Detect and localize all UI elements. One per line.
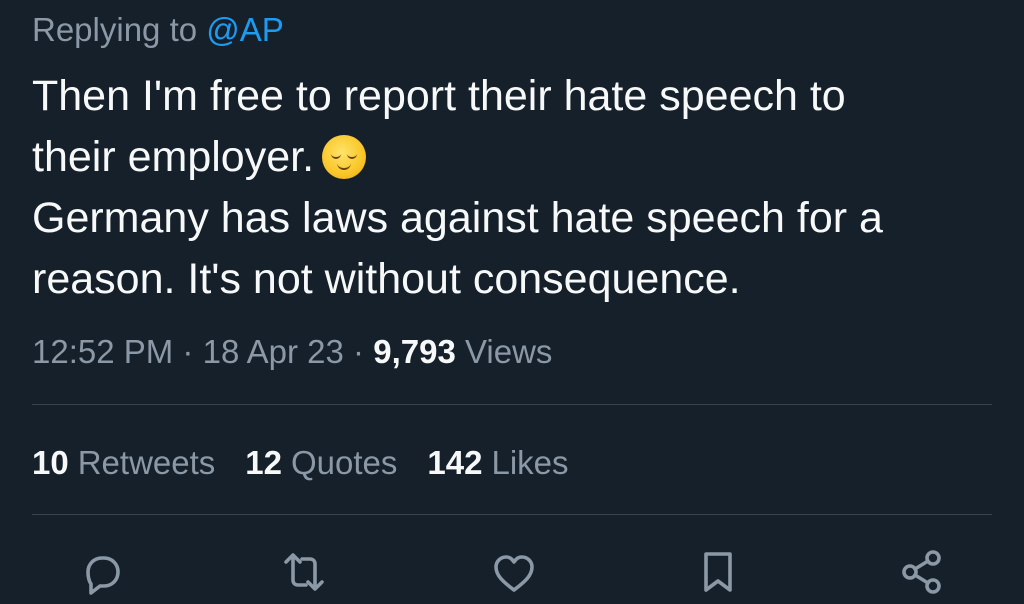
bookmark-button[interactable]: [690, 548, 746, 604]
bookmark-icon: [704, 552, 732, 592]
tweet-text-line: their employer.: [32, 133, 315, 181]
reply-icon: [86, 556, 120, 595]
divider: [32, 404, 992, 405]
quotes-count: 12: [245, 444, 282, 481]
quotes-label: Quotes: [291, 444, 398, 481]
tweet-time-link[interactable]: 12:52 PM: [32, 333, 173, 370]
share-icon: [902, 550, 941, 594]
tweet-action-bar: [0, 548, 1024, 595]
views-label: Views: [464, 333, 553, 370]
tweet-date: 18 Apr 23: [202, 333, 344, 370]
tweet-text: Then I'm free to report their hate speec…: [32, 66, 992, 310]
tweet-text-line: Germany has laws against hate speech for…: [32, 194, 883, 242]
like-icon: [494, 555, 534, 592]
divider: [32, 514, 992, 515]
tweet-metadata: 12:52 PM · 18 Apr 23 · 9,793 Views: [32, 330, 552, 374]
meta-separator: ·: [182, 333, 194, 370]
quotes-stat-link[interactable]: 12 Quotes: [245, 441, 397, 485]
tweet-text-line-with-emoji: their employer.: [32, 127, 992, 188]
retweet-icon: [284, 553, 324, 591]
like-button[interactable]: [486, 548, 542, 604]
share-button[interactable]: [894, 548, 950, 604]
retweet-button[interactable]: [276, 548, 332, 604]
replying-to-label: Replying to: [32, 11, 198, 48]
retweets-count: 10: [32, 444, 69, 481]
engagement-stats: 10 Retweets 12 Quotes 142 Likes: [32, 441, 569, 485]
likes-stat-link[interactable]: 142 Likes: [427, 441, 568, 485]
likes-label: Likes: [491, 444, 569, 481]
meta-separator: ·: [353, 333, 365, 370]
retweets-stat-link[interactable]: 10 Retweets: [32, 441, 215, 485]
tweet-text-line: reason. It's not without consequence.: [32, 255, 741, 303]
tweet-text-line: Then I'm free to report their hate speec…: [32, 72, 846, 120]
views-count: 9,793: [373, 333, 456, 370]
reply-handle-link[interactable]: @AP: [206, 11, 284, 48]
relieved-face-emoji-icon: [322, 135, 367, 179]
reply-button[interactable]: [74, 548, 130, 604]
likes-count: 142: [427, 444, 483, 481]
replying-to: Replying to @AP: [32, 8, 284, 52]
retweets-label: Retweets: [77, 444, 216, 481]
